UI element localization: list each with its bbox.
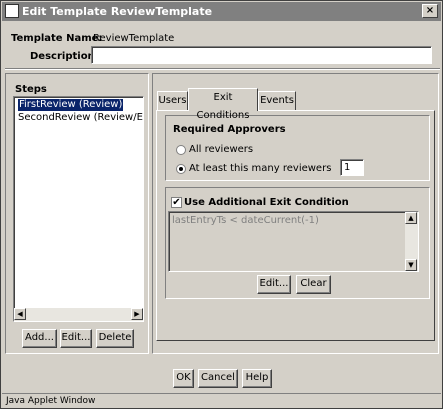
add-step-button[interactable]: Add...	[22, 329, 57, 348]
tab-users[interactable]: Users	[157, 91, 188, 111]
steps-horizontal-scrollbar[interactable]: ◀ ▶	[14, 308, 143, 321]
use-additional-condition-label: Use Additional Exit Condition	[184, 197, 349, 208]
edit-step-button[interactable]: Edit...	[60, 329, 92, 348]
use-additional-condition-checkbox[interactable]: ✔	[171, 197, 182, 208]
status-bar: Java Applet Window	[2, 393, 441, 408]
scroll-right-icon[interactable]: ▶	[131, 308, 143, 320]
close-window-button[interactable]: ×	[422, 4, 438, 18]
steps-list[interactable]: FirstReview (Review) SecondReview (Revie…	[13, 96, 144, 322]
scroll-down-icon[interactable]: ▼	[405, 259, 417, 271]
steps-heading: Steps	[15, 84, 47, 95]
java-app-icon	[5, 4, 19, 18]
template-name-label: Template Name:	[11, 33, 103, 44]
template-name-value: ReviewTemplate	[93, 33, 175, 44]
condition-vertical-scrollbar[interactable]: ▲ ▼	[405, 212, 418, 271]
at-least-reviewers-radio[interactable]	[176, 164, 186, 174]
cancel-button[interactable]: Cancel	[198, 369, 238, 388]
clear-condition-button[interactable]: Clear	[296, 275, 331, 294]
help-button[interactable]: Help	[242, 369, 272, 388]
tab-events[interactable]: Events	[258, 91, 296, 111]
edit-template-dialog: Edit Template ReviewTemplate × Template …	[0, 0, 443, 409]
scroll-up-icon[interactable]: ▲	[405, 212, 417, 224]
edit-condition-button[interactable]: Edit...	[257, 275, 291, 294]
scroll-left-icon[interactable]: ◀	[14, 308, 26, 320]
condition-text: lastEntryTs < dateCurrent(-1)	[172, 215, 319, 226]
description-label: Description:	[30, 51, 99, 62]
delete-step-button[interactable]: Delete	[96, 329, 134, 348]
step-item-first-review[interactable]: FirstReview (Review)	[18, 99, 124, 111]
required-approvers-heading: Required Approvers	[173, 124, 286, 135]
tab-exit-conditions[interactable]: Exit Conditions	[188, 88, 258, 121]
reviewer-count-input[interactable]: 1	[340, 159, 364, 176]
all-reviewers-radio[interactable]	[176, 145, 186, 155]
condition-textarea[interactable]: lastEntryTs < dateCurrent(-1) ▲ ▼	[168, 211, 419, 272]
header-divider	[5, 68, 440, 70]
step-item-second-review[interactable]: SecondReview (Review/Edit Re	[18, 112, 143, 124]
at-least-reviewers-label: At least this many reviewers	[189, 163, 332, 174]
all-reviewers-label: All reviewers	[189, 144, 254, 155]
title-bar[interactable]: Edit Template ReviewTemplate ×	[2, 2, 441, 21]
window-title: Edit Template ReviewTemplate	[22, 5, 213, 18]
ok-button[interactable]: OK	[173, 369, 194, 388]
description-input[interactable]	[91, 46, 432, 64]
